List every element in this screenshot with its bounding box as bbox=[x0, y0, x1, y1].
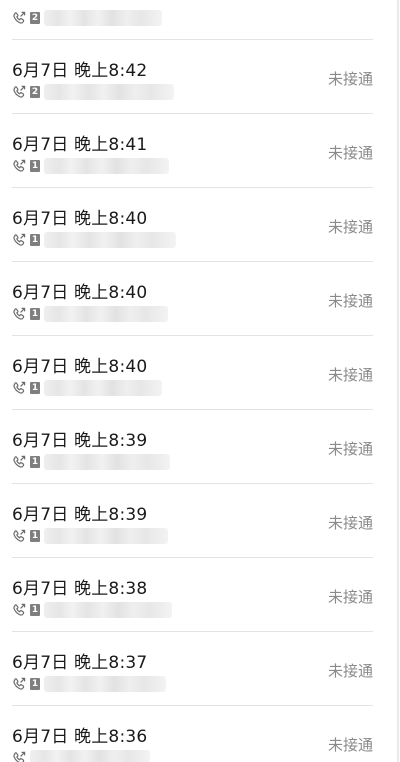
call-status: 未接通 bbox=[327, 662, 373, 680]
outgoing-call-icon bbox=[13, 529, 26, 542]
call-time: 6月7日 晚上8:37 bbox=[12, 653, 148, 673]
call-time: 6月7日 晚上8:40 bbox=[12, 357, 148, 377]
outgoing-call-icon bbox=[13, 381, 26, 394]
sim-badge-icon: 1 bbox=[30, 382, 40, 394]
call-status: 未接通 bbox=[327, 70, 373, 88]
sim-badge-icon: 1 bbox=[30, 456, 40, 468]
outgoing-call-icon bbox=[13, 159, 26, 172]
sim-badge-icon: 2 bbox=[30, 86, 40, 98]
call-details: 1 bbox=[12, 676, 166, 692]
call-details: 1 bbox=[12, 380, 162, 396]
call-time: 6月7日 晚上8:38 bbox=[12, 579, 148, 599]
call-log-item[interactable]: 6月7日 晚上8:39 1 未接通 bbox=[12, 484, 373, 558]
call-status: 未接通 bbox=[327, 292, 373, 310]
call-log-item[interactable]: 6月7日 晚上8:40 1 未接通 bbox=[12, 336, 373, 410]
call-status: 未接通 bbox=[327, 218, 373, 236]
outgoing-call-icon bbox=[13, 603, 26, 616]
redacted-phone-number bbox=[44, 232, 176, 248]
call-status: 未接通 bbox=[327, 440, 373, 458]
sim-badge-icon: 1 bbox=[30, 678, 40, 690]
call-time: 6月7日 晚上8:40 bbox=[12, 283, 148, 303]
outgoing-call-icon bbox=[13, 233, 26, 246]
redacted-phone-number bbox=[44, 84, 174, 100]
call-log-item[interactable]: 2 bbox=[12, 0, 373, 40]
call-details: 1 bbox=[12, 306, 168, 322]
outgoing-call-icon bbox=[13, 455, 26, 468]
call-log-item[interactable]: 6月7日 晚上8:36 未接通 bbox=[12, 706, 373, 762]
redacted-phone-number bbox=[44, 676, 166, 692]
call-time: 6月7日 晚上8:39 bbox=[12, 505, 148, 525]
outgoing-call-icon bbox=[13, 751, 26, 762]
call-log-item[interactable]: 6月7日 晚上8:40 1 未接通 bbox=[12, 188, 373, 262]
call-details: 1 bbox=[12, 602, 172, 618]
call-log-item[interactable]: 6月7日 晚上8:42 2 未接通 bbox=[12, 40, 373, 114]
call-time: 6月7日 晚上8:40 bbox=[12, 209, 148, 229]
call-details bbox=[12, 750, 150, 762]
redacted-phone-number bbox=[30, 750, 150, 762]
redacted-phone-number bbox=[44, 454, 170, 470]
outgoing-call-icon bbox=[13, 85, 26, 98]
call-details: 2 bbox=[12, 84, 174, 100]
call-time: 6月7日 晚上8:42 bbox=[12, 61, 148, 81]
scrollbar[interactable] bbox=[397, 0, 399, 762]
redacted-phone-number bbox=[44, 306, 168, 322]
redacted-phone-number bbox=[44, 380, 162, 396]
call-details: 1 bbox=[12, 454, 170, 470]
call-time: 6月7日 晚上8:41 bbox=[12, 135, 148, 155]
call-status: 未接通 bbox=[327, 736, 373, 754]
call-log-item[interactable]: 6月7日 晚上8:37 1 未接通 bbox=[12, 632, 373, 706]
call-details: 1 bbox=[12, 158, 169, 174]
redacted-phone-number bbox=[44, 10, 162, 26]
redacted-phone-number bbox=[44, 528, 168, 544]
call-log-item[interactable]: 6月7日 晚上8:41 1 未接通 bbox=[12, 114, 373, 188]
call-status: 未接通 bbox=[327, 144, 373, 162]
call-details: 1 bbox=[12, 232, 176, 248]
call-details: 1 bbox=[12, 528, 168, 544]
outgoing-call-icon bbox=[13, 677, 26, 690]
call-log-item[interactable]: 6月7日 晚上8:39 1 未接通 bbox=[12, 410, 373, 484]
call-status: 未接通 bbox=[327, 588, 373, 606]
sim-badge-icon: 1 bbox=[30, 530, 40, 542]
redacted-phone-number bbox=[44, 602, 172, 618]
call-time: 6月7日 晚上8:36 bbox=[12, 727, 148, 747]
call-log-list[interactable]: 2 6月7日 晚上8:42 2 未接通 6月7日 晚上8:41 1 未接通 6月7日 晚上8:… bbox=[0, 0, 397, 762]
sim-badge-icon: 1 bbox=[30, 308, 40, 320]
sim-badge-icon: 1 bbox=[30, 604, 40, 616]
call-status: 未接通 bbox=[327, 514, 373, 532]
redacted-phone-number bbox=[44, 158, 169, 174]
sim-badge-icon: 2 bbox=[30, 12, 40, 24]
call-time: 6月7日 晚上8:39 bbox=[12, 431, 148, 451]
call-details: 2 bbox=[12, 10, 162, 26]
sim-badge-icon: 1 bbox=[30, 160, 40, 172]
call-log-screen: 2 6月7日 晚上8:42 2 未接通 6月7日 晚上8:41 1 未接通 6月7日 晚上8:… bbox=[0, 0, 400, 762]
call-status: 未接通 bbox=[327, 366, 373, 384]
call-log-item[interactable]: 6月7日 晚上8:38 1 未接通 bbox=[12, 558, 373, 632]
call-log-item[interactable]: 6月7日 晚上8:40 1 未接通 bbox=[12, 262, 373, 336]
sim-badge-icon: 1 bbox=[30, 234, 40, 246]
outgoing-call-icon bbox=[13, 307, 26, 320]
outgoing-call-icon bbox=[13, 11, 26, 24]
